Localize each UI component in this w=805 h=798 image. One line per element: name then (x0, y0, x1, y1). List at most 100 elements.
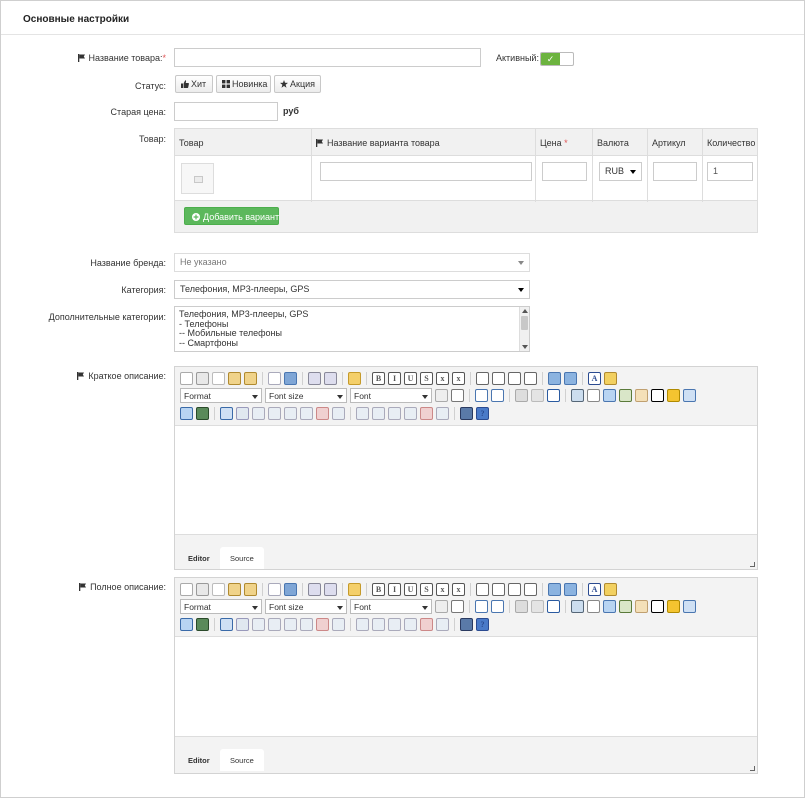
table-split-icon[interactable] (316, 407, 329, 420)
cut-icon[interactable] (196, 372, 209, 385)
source-tab[interactable]: Source (220, 547, 264, 569)
list-item[interactable]: Телефония, MP3-плееры, GPS (179, 309, 525, 320)
italic-icon[interactable]: I (388, 372, 401, 385)
blockquote-icon[interactable] (451, 600, 464, 613)
quote-icon[interactable] (587, 600, 600, 613)
editor-content-area[interactable] (175, 636, 757, 737)
image-insert-icon[interactable] (180, 407, 193, 420)
unlink-icon[interactable] (531, 389, 544, 402)
brand-select[interactable]: Не указано (174, 253, 530, 272)
italic-icon[interactable]: I (388, 583, 401, 596)
copy-icon[interactable] (212, 372, 225, 385)
subscript-icon[interactable]: x (436, 583, 449, 596)
col-after-icon[interactable] (404, 407, 417, 420)
eraser-icon[interactable] (268, 583, 281, 596)
page-break-icon[interactable] (683, 389, 696, 402)
paste-text-icon[interactable] (244, 583, 257, 596)
superscript-icon[interactable]: x (452, 583, 465, 596)
scrollbar[interactable] (519, 307, 529, 351)
add-variant-button[interactable]: Добавить вариант (184, 207, 279, 225)
form-icon[interactable] (236, 618, 249, 631)
image-icon[interactable] (619, 389, 632, 402)
list-item[interactable]: -- Смартфоны (179, 338, 525, 349)
align-right-icon[interactable] (508, 372, 521, 385)
help-icon[interactable]: ? (476, 407, 489, 420)
bullet-list-icon[interactable] (491, 600, 504, 613)
flash-icon[interactable] (196, 618, 209, 631)
justify-icon[interactable] (524, 372, 537, 385)
rtl-icon[interactable] (564, 583, 577, 596)
format-icon[interactable] (284, 583, 297, 596)
status-hit-button[interactable]: Хит (175, 75, 213, 93)
sku-input[interactable] (653, 162, 697, 181)
bullet-list-icon[interactable] (491, 389, 504, 402)
resize-handle[interactable] (750, 562, 755, 567)
anchor-icon[interactable] (547, 389, 560, 402)
row-after-icon[interactable] (372, 407, 385, 420)
align-right-icon[interactable] (508, 583, 521, 596)
ltr-icon[interactable] (548, 583, 561, 596)
quantity-input[interactable]: 1 (707, 162, 753, 181)
align-center-icon[interactable] (492, 372, 505, 385)
table-props-icon[interactable] (332, 407, 345, 420)
paste-icon[interactable] (228, 583, 241, 596)
variant-name-input[interactable] (320, 162, 532, 181)
folder-icon[interactable] (348, 583, 361, 596)
editor-content-area[interactable] (175, 425, 757, 535)
row-before-icon[interactable] (356, 618, 369, 631)
scroll-down-icon[interactable] (522, 345, 528, 349)
fullscreen-icon[interactable] (603, 600, 616, 613)
format-dropdown[interactable]: Format (180, 599, 262, 614)
col-after-icon[interactable] (404, 618, 417, 631)
del-col-icon[interactable] (436, 407, 449, 420)
blockquote-icon[interactable] (451, 389, 464, 402)
link-icon[interactable] (515, 600, 528, 613)
table-icon[interactable] (571, 389, 584, 402)
source-icon[interactable] (460, 618, 473, 631)
scroll-up-icon[interactable] (522, 309, 528, 313)
help-icon[interactable]: ? (476, 618, 489, 631)
justify-icon[interactable] (524, 583, 537, 596)
extra-categories-multiselect[interactable]: Телефония, MP3-плееры, GPS - Телефоны --… (174, 306, 530, 352)
copy-icon[interactable] (212, 583, 225, 596)
link-icon[interactable] (515, 389, 528, 402)
horizontal-line-icon[interactable] (651, 600, 664, 613)
product-name-input[interactable] (174, 48, 481, 67)
redo-icon[interactable] (324, 372, 337, 385)
fullscreen-icon[interactable] (603, 389, 616, 402)
subscript-icon[interactable]: x (436, 372, 449, 385)
table-merge-icon[interactable] (300, 407, 313, 420)
image-icon[interactable] (619, 600, 632, 613)
old-price-input[interactable] (174, 102, 278, 121)
redo-icon[interactable] (324, 583, 337, 596)
format-dropdown[interactable]: Format (180, 388, 262, 403)
del-col-icon[interactable] (436, 618, 449, 631)
category-select[interactable]: Телефония, MP3-плееры, GPS (174, 280, 530, 299)
numbered-list-icon[interactable] (475, 600, 488, 613)
font-dropdown[interactable]: Font (350, 599, 432, 614)
scroll-thumb[interactable] (521, 316, 528, 330)
table-col-icon[interactable] (268, 407, 281, 420)
circle-icon[interactable] (635, 389, 648, 402)
active-toggle[interactable]: ✓ (540, 52, 574, 66)
form-icon[interactable] (236, 407, 249, 420)
align-center-icon[interactable] (492, 583, 505, 596)
table-cell-icon[interactable] (284, 407, 297, 420)
table-icon[interactable] (571, 600, 584, 613)
smiley-icon[interactable] (667, 600, 680, 613)
new-document-icon[interactable] (180, 583, 193, 596)
table-row-icon[interactable] (252, 407, 265, 420)
table-merge-icon[interactable] (300, 618, 313, 631)
text-color-icon[interactable]: A (588, 583, 601, 596)
align-left-icon[interactable] (476, 583, 489, 596)
bg-color-icon[interactable] (604, 583, 617, 596)
paragraph-icon[interactable] (435, 389, 448, 402)
circle-icon[interactable] (635, 600, 648, 613)
table-col-icon[interactable] (268, 618, 281, 631)
superscript-icon[interactable]: x (452, 372, 465, 385)
page-break-icon[interactable] (683, 600, 696, 613)
table-cell-icon[interactable] (284, 618, 297, 631)
undo-icon[interactable] (308, 372, 321, 385)
underline-icon[interactable]: U (404, 583, 417, 596)
font-size-dropdown[interactable]: Font size (265, 388, 347, 403)
